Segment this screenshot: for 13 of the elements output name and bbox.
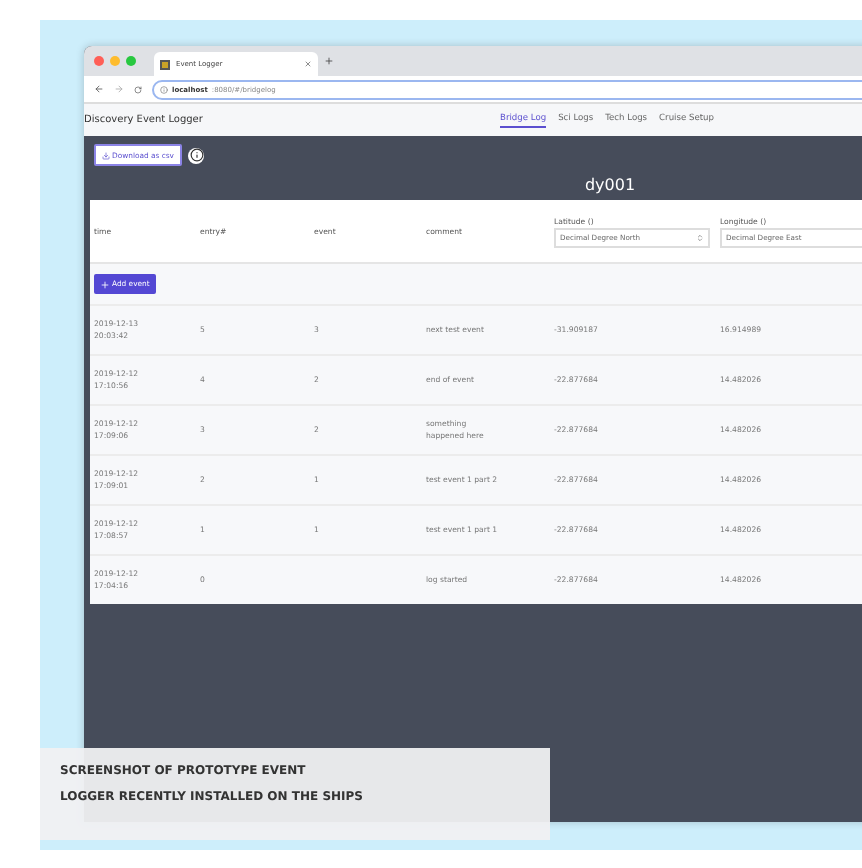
favicon-icon bbox=[160, 59, 170, 69]
info-icon[interactable] bbox=[188, 147, 204, 163]
chevron-icon bbox=[696, 233, 704, 241]
back-icon[interactable] bbox=[94, 84, 104, 94]
plus-icon bbox=[100, 279, 110, 289]
cruise-title: dy001 bbox=[582, 174, 638, 198]
reload-icon[interactable] bbox=[134, 85, 142, 93]
forward-icon[interactable] bbox=[114, 84, 124, 94]
download-icon bbox=[102, 151, 110, 159]
info-icon bbox=[160, 85, 168, 93]
maximize-window-icon[interactable] bbox=[126, 56, 136, 66]
new-tab-icon[interactable] bbox=[324, 56, 334, 66]
close-window-icon[interactable] bbox=[94, 56, 104, 66]
